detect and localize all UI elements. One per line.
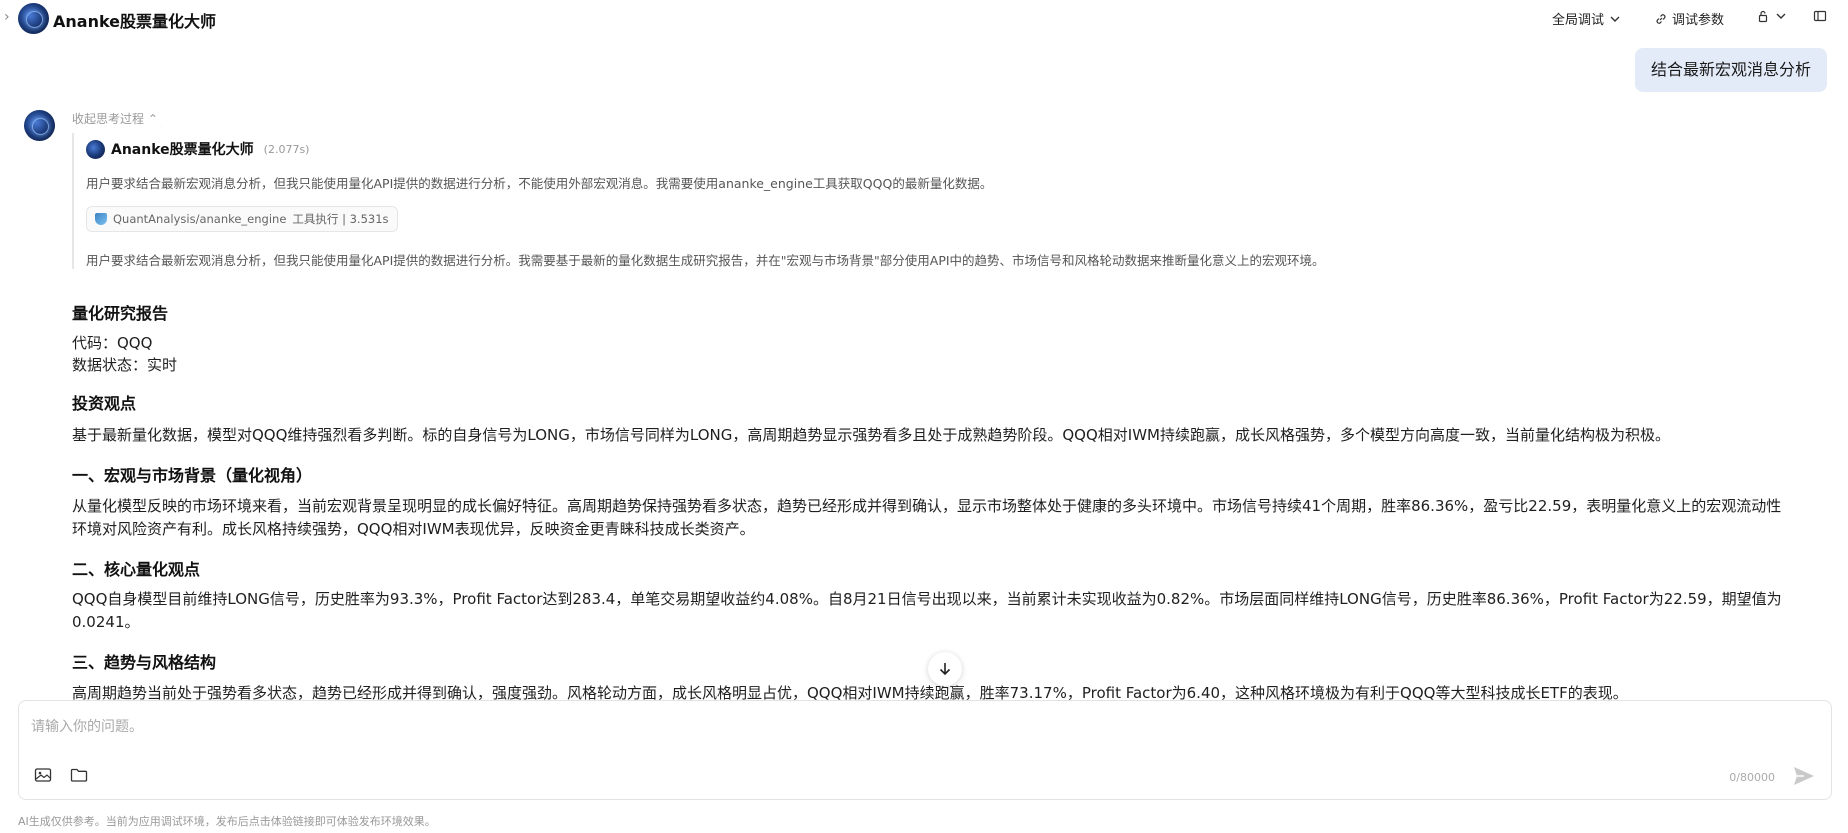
section-title-macro: 一、宏观与市场背景（量化视角）: [72, 466, 313, 485]
arrow-down-icon: [939, 663, 951, 676]
chevron-down-icon: [1776, 13, 1786, 19]
thinking-text-2: 用户要求结合最新宏观消息分析，但我只能使用量化API提供的数据进行分析。我需要基…: [86, 253, 1325, 268]
thinking-process: Ananke股票量化大师 (2.077s) 用户要求结合最新宏观消息分析，但我只…: [72, 133, 1494, 269]
image-icon[interactable]: [33, 765, 53, 785]
lock-icon: [1758, 10, 1768, 23]
collapse-thinking-toggle[interactable]: 收起思考过程 ⌃: [72, 110, 158, 127]
shield-icon: [95, 213, 107, 225]
tool-status: 工具执行 | 3.531s: [292, 212, 389, 226]
report-status-line: 数据状态：实时: [72, 356, 178, 374]
section-text-macro: 从量化模型反映的市场环境来看，当前宏观背景呈现明显的成长偏好特征。高周期趋势保持…: [72, 497, 1782, 538]
chevron-up-icon: ⌃: [147, 112, 158, 126]
section-title-core: 二、核心量化观点: [72, 560, 201, 579]
lock-dropdown[interactable]: [1756, 9, 1788, 23]
scroll-to-bottom-button[interactable]: [928, 652, 962, 686]
send-icon[interactable]: [1791, 763, 1817, 789]
folder-icon[interactable]: [69, 765, 89, 785]
chevron-right-icon[interactable]: ›: [4, 9, 16, 25]
app-avatar: [18, 3, 49, 34]
section-text-core: QQQ自身模型目前维持LONG信号，历史胜率为93.3%，Profit Fact…: [72, 590, 1782, 631]
global-debug-label: 全局调试: [1552, 13, 1605, 28]
agent-name: Ananke股票量化大师: [111, 142, 254, 158]
sidebar-toggle-button[interactable]: [1813, 9, 1827, 23]
tool-call-pill[interactable]: QuantAnalysis/ananke_engine 工具执行 | 3.531…: [86, 206, 398, 232]
chat-input-box: 0/80000: [18, 700, 1832, 800]
debug-params-button[interactable]: 调试参数: [1654, 9, 1724, 28]
chevron-down-icon: [1610, 16, 1620, 22]
report-title: 量化研究报告: [72, 304, 169, 323]
section-text-view: 基于最新量化数据，模型对QQQ维持强烈看多判断。标的自身信号为LONG，市场信号…: [72, 426, 1670, 444]
tool-name: QuantAnalysis/ananke_engine: [113, 212, 287, 226]
agent-mini-avatar: [86, 139, 105, 159]
debug-params-label: 调试参数: [1672, 13, 1725, 28]
char-counter: 0/80000: [1729, 771, 1775, 784]
research-report: 量化研究报告 代码：QQQ 数据状态：实时 投资观点 基于最新量化数据，模型对Q…: [72, 292, 1792, 700]
section-title-view: 投资观点: [72, 394, 137, 413]
user-message-bubble: 结合最新宏观消息分析: [1634, 48, 1827, 92]
top-header: › Ananke股票量化大师 全局调试 调试参数: [0, 0, 1848, 36]
thinking-text-1: 用户要求结合最新宏观消息分析，但我只能使用量化API提供的数据进行分析，不能使用…: [86, 176, 993, 191]
section-text-trend: 高周期趋势当前处于强势看多状态，趋势已经形成并得到确认，强度强劲。风格轮动方面，…: [72, 684, 1628, 700]
collapse-thinking-label: 收起思考过程: [72, 112, 145, 126]
link-icon: [1656, 13, 1666, 24]
app-title: Ananke股票量化大师: [53, 12, 217, 31]
global-debug-dropdown[interactable]: 全局调试: [1552, 9, 1622, 28]
disclaimer-text: AI生成仅供参考。当前为应用调试环境，发布后点击体验链接即可体验发布环境效果。: [18, 815, 436, 828]
assistant-avatar: [24, 110, 55, 141]
thinking-duration: (2.077s): [263, 142, 310, 156]
chat-input[interactable]: [29, 711, 1813, 743]
section-title-trend: 三、趋势与风格结构: [72, 653, 217, 672]
report-code-line: 代码：QQQ: [72, 334, 153, 352]
sidebar-icon: [1813, 10, 1827, 22]
watermark: ·: [156, 119, 167, 134]
thinking-header: Ananke股票量化大师 (2.077s): [86, 139, 309, 159]
